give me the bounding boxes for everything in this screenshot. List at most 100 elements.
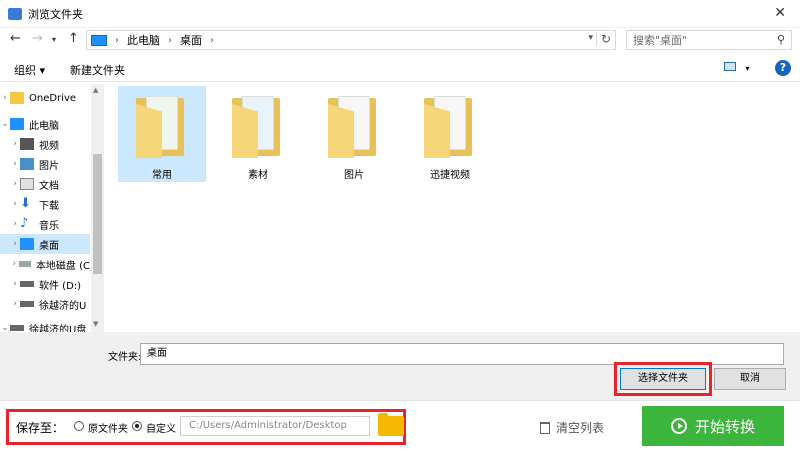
address-bar[interactable]: › 此电脑 › 桌面 › ▾ ↻ (86, 30, 616, 50)
search-icon[interactable]: ⚲ (777, 33, 785, 46)
help-icon[interactable]: ? (775, 60, 791, 76)
chevron-down-icon[interactable]: ⌄ (0, 323, 10, 332)
folder-icon (424, 94, 476, 158)
chevron-right-icon[interactable]: › (10, 179, 20, 189)
nav-item-label: 文档 (39, 180, 59, 192)
folder-tile[interactable]: 素材 (214, 86, 302, 182)
clear-list-label: 清空列表 (556, 421, 605, 435)
nav-item-label: 徐越济的U (39, 300, 87, 312)
computer-icon (91, 34, 107, 46)
scroll-down-icon[interactable]: ▼ (93, 320, 98, 328)
computer-icon (10, 118, 24, 130)
nav-item-label: 软件 (D:) (39, 280, 82, 292)
folder-label: 迅捷视频 (430, 170, 470, 181)
nav-item-software-d[interactable]: › 软件 (D:) (0, 274, 90, 294)
chevron-right-icon[interactable]: › (10, 279, 20, 289)
radio-original-folder[interactable] (74, 421, 84, 431)
output-path-field[interactable]: C:/Users/Administrator/Desktop (180, 416, 370, 436)
chevron-right-icon[interactable]: › (10, 199, 20, 209)
clear-list-button[interactable]: 清空列表 (540, 419, 604, 436)
recent-dropdown-icon[interactable]: ▾ (52, 35, 56, 44)
chevron-down-icon[interactable]: ▾ (588, 33, 593, 43)
app-icon (8, 7, 22, 20)
folder-icon (328, 94, 380, 158)
chevron-right-icon[interactable]: › (10, 259, 19, 269)
nav-item-pictures[interactable]: › 图片 (0, 154, 90, 174)
nav-item-label: 下载 (39, 200, 59, 212)
download-icon: ⬇ (20, 196, 31, 211)
folder-icon (10, 92, 24, 104)
drive-icon (20, 281, 34, 287)
view-options-button[interactable]: ▾ (724, 61, 754, 75)
breadcrumb-desktop[interactable]: 桌面 (180, 32, 202, 48)
play-icon (670, 418, 687, 434)
highlight-box (614, 362, 712, 396)
close-icon[interactable]: ✕ (774, 5, 786, 21)
navigation-pane: › OneDrive ⌄ 此电脑 › 视频 › 图片 › 文档 › ⬇ 下载 ›… (0, 84, 104, 332)
chevron-down-icon: ▾ (745, 64, 750, 73)
nav-scrollbar[interactable]: ▲ ▼ (91, 84, 104, 332)
nav-item-label: 图片 (39, 160, 59, 172)
folder-browse-icon[interactable] (378, 413, 404, 436)
folder-label: 素材 (248, 170, 268, 181)
scroll-up-icon[interactable]: ▲ (93, 86, 98, 94)
chevron-right-icon[interactable]: › (10, 139, 20, 149)
window-title: 浏览文件夹 (28, 7, 83, 21)
nav-item-label: 桌面 (39, 240, 59, 252)
chevron-right-icon[interactable]: › (0, 93, 10, 103)
folder-icon (136, 94, 188, 158)
folder-field-label: 文件夹: (108, 352, 142, 363)
chevron-right-icon[interactable]: › (10, 299, 20, 309)
nav-item-label: 本地磁盘 (C (35, 260, 90, 272)
organize-menu[interactable]: 组织 ▾ (14, 62, 45, 78)
nav-item-label: 徐越济的U盘 (29, 324, 87, 333)
nav-item-label: OneDrive (29, 92, 77, 104)
usb-drive-icon (20, 301, 34, 307)
picture-icon (20, 158, 34, 170)
refresh-icon[interactable]: ↻ (595, 32, 611, 46)
folder-tile[interactable]: 图片 (310, 86, 398, 182)
chevron-down-icon[interactable]: ⌄ (0, 119, 10, 129)
desktop-icon (20, 238, 34, 250)
folder-icon (232, 94, 284, 158)
nav-item-local-disk-c[interactable]: › 本地磁盘 (C (0, 254, 90, 274)
nav-item-usb-drive[interactable]: › 徐越济的U (0, 294, 90, 314)
video-icon (20, 138, 34, 150)
scrollbar-thumb[interactable] (93, 154, 102, 274)
radio-custom-label: 自定义 (146, 424, 176, 435)
nav-item-label: 音乐 (39, 220, 59, 232)
nav-item-videos[interactable]: › 视频 (0, 134, 90, 154)
folder-tile[interactable]: 常用 (118, 86, 206, 182)
up-arrow-icon[interactable]: ↑ (68, 31, 79, 46)
folder-tile[interactable]: 迅捷视频 (406, 86, 494, 182)
nav-item-usb-drive-root[interactable]: ⌄ 徐越济的U盘 (0, 318, 90, 332)
nav-item-label: 此电脑 (29, 120, 59, 132)
nav-item-this-pc[interactable]: ⌄ 此电脑 (0, 114, 90, 134)
cancel-button[interactable]: 取消 (714, 368, 786, 390)
breadcrumb-this-pc[interactable]: 此电脑 (127, 32, 160, 48)
search-placeholder: 搜索"桌面" (633, 34, 688, 47)
new-folder-button[interactable]: 新建文件夹 (70, 62, 125, 78)
nav-item-onedrive[interactable]: › OneDrive (0, 88, 90, 108)
radio-original-label: 原文件夹 (88, 424, 128, 435)
folder-label: 常用 (152, 170, 172, 181)
nav-item-downloads[interactable]: › ⬇ 下载 (0, 194, 90, 214)
toolbar: 组织 ▾ 新建文件夹 ▾ ? (0, 56, 800, 82)
nav-item-music[interactable]: › ♪ 音乐 (0, 214, 90, 234)
radio-custom[interactable] (132, 421, 142, 431)
document-icon (20, 178, 34, 190)
chevron-right-icon[interactable]: › (10, 239, 20, 249)
nav-item-documents[interactable]: › 文档 (0, 174, 90, 194)
nav-item-desktop[interactable]: › 桌面 (0, 234, 90, 254)
chevron-right-icon[interactable]: › (168, 35, 172, 46)
chevron-right-icon[interactable]: › (210, 35, 214, 46)
forward-arrow-icon[interactable]: → (32, 31, 43, 46)
start-convert-button[interactable]: 开始转换 (642, 406, 784, 446)
chevron-right-icon[interactable]: › (115, 35, 119, 46)
search-input[interactable]: 搜索"桌面" ⚲ (626, 30, 792, 50)
chevron-right-icon[interactable]: › (10, 219, 20, 229)
save-to-label: 保存至： (16, 421, 65, 435)
chevron-right-icon[interactable]: › (10, 159, 20, 169)
trash-icon (540, 421, 550, 434)
back-arrow-icon[interactable]: ← (10, 31, 21, 46)
